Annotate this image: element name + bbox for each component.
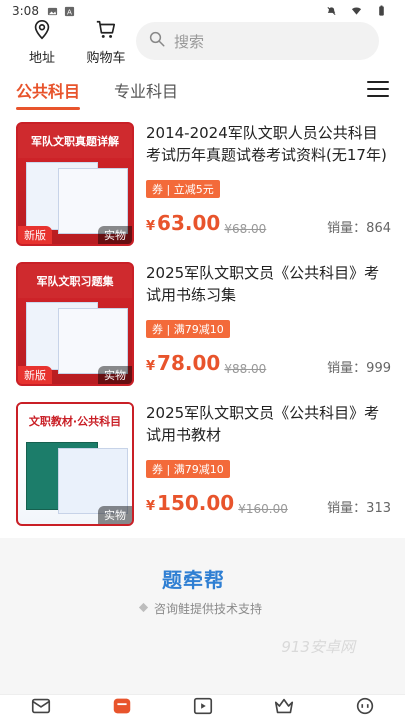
search-input[interactable]: 搜索 — [136, 22, 379, 60]
product-info: 2025军队文职文员《公共科目》考试用书练习集 券 | 满79减10 ¥78.0… — [146, 262, 391, 386]
support-text: 咨询鲑提供技术支持 — [154, 602, 263, 616]
crown-icon — [273, 695, 295, 720]
battery-icon — [376, 5, 387, 17]
new-edition-badge: 新版 — [18, 226, 52, 244]
cover-title: 文职教材·公共科目 — [18, 404, 132, 438]
coupon-badge[interactable]: 券 | 满79减10 — [146, 320, 230, 338]
search-placeholder: 搜索 — [174, 32, 205, 51]
sales-count: 销量：864 — [327, 221, 391, 236]
price-row: ¥78.00 ¥88.00 销量：999 — [146, 352, 391, 378]
product-card[interactable]: 军队文职真题详解 新版 实物 2014-2024军队文职人员公共科目考试历年真题… — [0, 122, 405, 254]
tab-public-subjects[interactable]: 公共科目 — [16, 70, 81, 110]
new-edition-badge: 新版 — [18, 366, 52, 384]
product-info: 2014-2024军队文职人员公共科目考试历年真题试卷考试资料(无17年) 券 … — [146, 122, 391, 246]
product-card[interactable]: 文职教材·公共科目 实物 2025军队文职文员《公共科目》考试用书教材 券 | … — [0, 402, 405, 534]
address-label: 地址 — [28, 50, 55, 66]
image-notification-icon — [47, 6, 58, 17]
envelope-icon — [30, 695, 52, 720]
product-title[interactable]: 2014-2024军队文职人员公共科目考试历年真题试卷考试资料(无17年) — [146, 122, 391, 166]
menu-icon[interactable] — [367, 78, 389, 100]
physical-badge: 实物 — [98, 366, 132, 384]
book-cover-graphic — [58, 168, 128, 234]
support-icon — [138, 602, 149, 616]
coupon-badge[interactable]: 券 | 满79减10 — [146, 460, 230, 478]
product-card[interactable]: 军队文职习题集 新版 实物 2025军队文职文员《公共科目》考试用书练习集 券 … — [0, 262, 405, 394]
price: ¥150.00 — [146, 491, 235, 515]
search-icon — [148, 30, 174, 52]
nav-crown[interactable] — [264, 697, 304, 719]
original-price: ¥88.00 — [224, 362, 267, 376]
status-time: 3:08 — [12, 4, 39, 18]
original-price: ¥68.00 — [224, 222, 267, 236]
price-row: ¥150.00 ¥160.00 销量：313 — [146, 492, 391, 518]
cart-button[interactable]: 购物车 — [78, 19, 134, 66]
mute-icon — [326, 6, 337, 17]
text-notification-icon: A — [64, 6, 75, 17]
nav-chat[interactable] — [345, 697, 385, 719]
play-icon — [192, 695, 214, 720]
svg-text:A: A — [67, 7, 72, 16]
physical-badge: 实物 — [98, 226, 132, 244]
tech-support-note: 咨询鲑提供技术支持 — [138, 600, 262, 617]
brand-logo: 题牵帮 — [162, 568, 225, 592]
nav-video[interactable] — [183, 697, 223, 719]
chat-icon — [354, 695, 376, 720]
product-thumbnail[interactable]: 军队文职习题集 新版 实物 — [16, 262, 134, 386]
address-button[interactable]: 地址 — [14, 19, 70, 66]
watermark: 913安卓网 — [281, 638, 355, 656]
shopping-cart-icon — [95, 19, 117, 47]
book-cover-graphic — [58, 448, 128, 514]
nav-shop[interactable] — [102, 697, 142, 719]
price: ¥78.00 — [146, 351, 221, 375]
product-info: 2025军队文职文员《公共科目》考试用书教材 券 | 满79减10 ¥150.0… — [146, 402, 391, 526]
category-tabs: 公共科目 专业科目 — [0, 70, 405, 110]
book-cover-graphic — [58, 308, 128, 374]
cover-title: 军队文职真题详解 — [18, 124, 132, 158]
cart-label: 购物车 — [86, 50, 126, 66]
top-bar: 地址 购物车 搜索 — [0, 19, 405, 66]
sales-count: 销量：999 — [327, 361, 391, 376]
sales-count: 销量：313 — [327, 501, 391, 516]
coupon-badge[interactable]: 券 | 立减5元 — [146, 180, 220, 198]
product-title[interactable]: 2025军队文职文员《公共科目》考试用书练习集 — [146, 262, 391, 306]
shop-icon — [111, 695, 133, 720]
product-thumbnail[interactable]: 军队文职真题详解 新版 实物 — [16, 122, 134, 246]
cover-title: 军队文职习题集 — [18, 264, 132, 298]
original-price: ¥160.00 — [238, 502, 288, 516]
location-pin-icon — [31, 19, 53, 47]
nav-mail[interactable] — [21, 697, 61, 719]
price: ¥63.00 — [146, 211, 221, 235]
product-thumbnail[interactable]: 文职教材·公共科目 实物 — [16, 402, 134, 526]
bottom-nav — [0, 694, 405, 720]
wifi-icon — [351, 6, 362, 17]
physical-badge: 实物 — [98, 506, 132, 524]
product-title[interactable]: 2025军队文职文员《公共科目》考试用书教材 — [146, 402, 391, 446]
tab-professional-subjects[interactable]: 专业科目 — [114, 70, 178, 110]
footer-brand-area: 题牵帮 咨询鲑提供技术支持 913安卓网 — [0, 538, 405, 694]
price-row: ¥63.00 ¥68.00 销量：864 — [146, 212, 391, 238]
